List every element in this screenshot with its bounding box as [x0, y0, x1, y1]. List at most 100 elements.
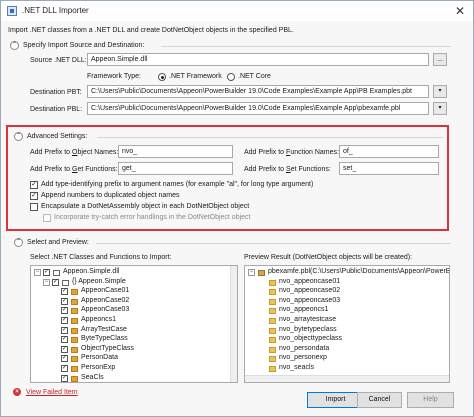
- browse-button[interactable]: ...: [433, 53, 447, 66]
- view-failed-item-link[interactable]: View Failed Item: [26, 389, 78, 396]
- tree-node-checkbox[interactable]: ✓: [61, 297, 68, 305]
- right-tree-row[interactable]: nvo_personexp: [245, 354, 449, 363]
- class-select-tree[interactable]: − ✓ Appeon.Simple.dll − ✓{} Appeon.Simple ✓ Ap…: [30, 265, 238, 383]
- dest-pbt-label: Destination PBT:: [30, 89, 82, 96]
- source-section-title: Specify Import Source and Destination:: [23, 42, 145, 49]
- right-tree-row[interactable]: nvo_appeoncs1: [245, 306, 449, 315]
- preview-result-label: Preview Result (DotNetObject objects wil…: [244, 254, 413, 261]
- append-numbers-checkbox[interactable]: ✓: [30, 192, 38, 200]
- dest-pbl-dropdown-icon[interactable]: ▾: [433, 102, 447, 115]
- collapse-node-icon[interactable]: −: [43, 278, 50, 286]
- tree-node-label: Appeon.Simple.dll: [63, 268, 120, 275]
- object-icon: [269, 298, 276, 305]
- tree-node-label: nvo_persondata: [279, 344, 330, 352]
- object-icon: [269, 356, 276, 363]
- left-tree-row[interactable]: ✓ AppeonCase02: [31, 297, 229, 306]
- preview-result-tree[interactable]: − pbexamfe.pbl(C:\Users\Public\Documents\…: [244, 265, 450, 383]
- encapsulate-label: Encapsulate a DotNetAssembly object in e…: [41, 203, 250, 210]
- trycatch-checkbox[interactable]: [43, 214, 51, 222]
- advanced-section-title: Advanced Settings:: [27, 133, 88, 140]
- left-tree-row[interactable]: ✓ AppeonCase03: [31, 306, 229, 315]
- right-tree-row[interactable]: − pbexamfe.pbl(C:\Users\Public\Documents\…: [245, 268, 449, 277]
- tree-node-checkbox[interactable]: ✓: [43, 269, 50, 276]
- tree-node-label: ByteTypeClass: [81, 335, 128, 343]
- object-icon: [269, 366, 276, 372]
- prefix-get-input[interactable]: get_: [118, 162, 233, 175]
- dest-pbt-select[interactable]: C:\Users\Public\Documents\Appeon\PowerBu…: [87, 85, 429, 98]
- right-tree-row[interactable]: nvo_arraytestcase: [245, 316, 449, 325]
- right-tree-row[interactable]: nvo_appeoncase02: [245, 287, 449, 296]
- tree-node-checkbox[interactable]: ✓: [61, 326, 68, 334]
- encapsulate-checkbox[interactable]: [30, 203, 38, 211]
- prefix-function-input[interactable]: of_: [339, 145, 439, 158]
- collapse-node-icon[interactable]: −: [248, 269, 255, 276]
- left-tree-row[interactable]: − ✓ Appeon.Simple.dll: [31, 268, 229, 277]
- left-tree-row[interactable]: ✓ SeaCls: [31, 374, 229, 382]
- radio-net-core[interactable]: [227, 73, 235, 81]
- cancel-button[interactable]: Cancel: [357, 392, 402, 408]
- right-tree-row[interactable]: nvo_seacls: [245, 364, 449, 373]
- object-icon: [269, 318, 276, 324]
- object-icon: [269, 337, 276, 344]
- import-button[interactable]: Import: [307, 392, 364, 408]
- help-button[interactable]: Help: [407, 392, 454, 408]
- right-tree-row[interactable]: nvo_persondata: [245, 344, 449, 354]
- right-tree-row[interactable]: nvo_appeoncase03: [245, 296, 449, 306]
- left-tree-row[interactable]: ✓ ArrayTestCase: [31, 326, 229, 335]
- right-tree-row[interactable]: nvo_bytetypeclass: [245, 325, 449, 335]
- object-icon: [269, 327, 276, 334]
- framework-type-label: Framework Type:: [87, 73, 141, 80]
- dest-pbl-select[interactable]: C:\Users\Public\Documents\Appeon\PowerBu…: [87, 102, 429, 115]
- prefix-set-input[interactable]: set_: [339, 162, 439, 175]
- left-tree-row[interactable]: ✓ ObjectTypeClass: [31, 345, 229, 354]
- right-tree-scrollbar[interactable]: [245, 375, 449, 382]
- collapse-advanced-icon[interactable]: ⌃: [14, 132, 23, 141]
- left-tree-row[interactable]: ✓ PersonData: [31, 354, 229, 363]
- dest-pbl-label: Destination PBL:: [30, 106, 83, 113]
- right-tree-row[interactable]: nvo_objecttypeclass: [245, 335, 449, 344]
- prefix-object-label: Add Prefix to Object Names:: [30, 149, 119, 156]
- radio-net-framework-label: .NET Framework: [169, 73, 222, 80]
- tree-node-checkbox[interactable]: ✓: [61, 365, 68, 372]
- tree-node-label: nvo_arraytestcase: [279, 316, 337, 323]
- tree-node-checkbox[interactable]: ✓: [61, 336, 68, 344]
- collapse-source-icon[interactable]: ⌃: [10, 41, 19, 50]
- class-icon: [71, 308, 78, 315]
- left-tree-row[interactable]: ✓ PersonExp: [31, 364, 229, 373]
- radio-net-framework[interactable]: [158, 73, 166, 81]
- section-divider: [96, 243, 451, 244]
- dest-pbt-dropdown-icon[interactable]: ▾: [433, 85, 447, 98]
- prefix-object-input[interactable]: nvo_: [118, 145, 233, 158]
- object-icon: [269, 346, 276, 353]
- tree-node-label: nvo_appeoncase02: [279, 287, 341, 295]
- right-tree-row[interactable]: nvo_appeoncase01: [245, 278, 449, 287]
- left-tree-row[interactable]: ✓ ByteTypeClass: [31, 335, 229, 344]
- section-divider: [97, 137, 443, 138]
- collapse-node-icon[interactable]: −: [34, 269, 41, 276]
- left-tree-row[interactable]: ✓ AppeonCase01: [31, 287, 229, 296]
- tree-node-label: nvo_bytetypeclass: [279, 325, 337, 333]
- left-tree-row[interactable]: − ✓ {} Appeon.Simple: [31, 278, 229, 287]
- radio-net-core-label: .NET Core: [238, 73, 271, 80]
- class-icon: [71, 346, 78, 353]
- tree-node-checkbox[interactable]: ✓: [61, 345, 68, 353]
- tree-node-label: ArrayTestCase: [81, 325, 127, 333]
- collapse-preview-icon[interactable]: ⌃: [14, 238, 23, 247]
- section-divider: [161, 46, 451, 47]
- tree-node-label: ObjectTypeClass: [81, 344, 134, 352]
- tree-node-label: nvo_objecttypeclass: [279, 335, 343, 343]
- left-tree-scrollbar[interactable]: [230, 266, 237, 382]
- app-icon: [7, 6, 17, 16]
- tree-node-checkbox[interactable]: ✓: [61, 288, 68, 296]
- tree-node-checkbox[interactable]: ✓: [52, 278, 59, 286]
- tree-node-checkbox[interactable]: ✓: [61, 355, 68, 363]
- tree-node-label: nvo_appeoncase03: [279, 296, 341, 304]
- tree-node-checkbox[interactable]: ✓: [61, 317, 68, 324]
- type-prefix-checkbox[interactable]: ✓: [30, 181, 38, 189]
- tree-node-checkbox[interactable]: ✓: [61, 307, 68, 315]
- left-tree-row[interactable]: ✓ Appeoncs1: [31, 316, 229, 325]
- close-icon[interactable]: ✕: [447, 2, 473, 20]
- tree-node-label: AppeonCase03: [81, 306, 130, 314]
- source-dll-input[interactable]: Appeon.Simple.dll: [87, 53, 429, 66]
- tree-node-checkbox[interactable]: ✓: [61, 374, 68, 382]
